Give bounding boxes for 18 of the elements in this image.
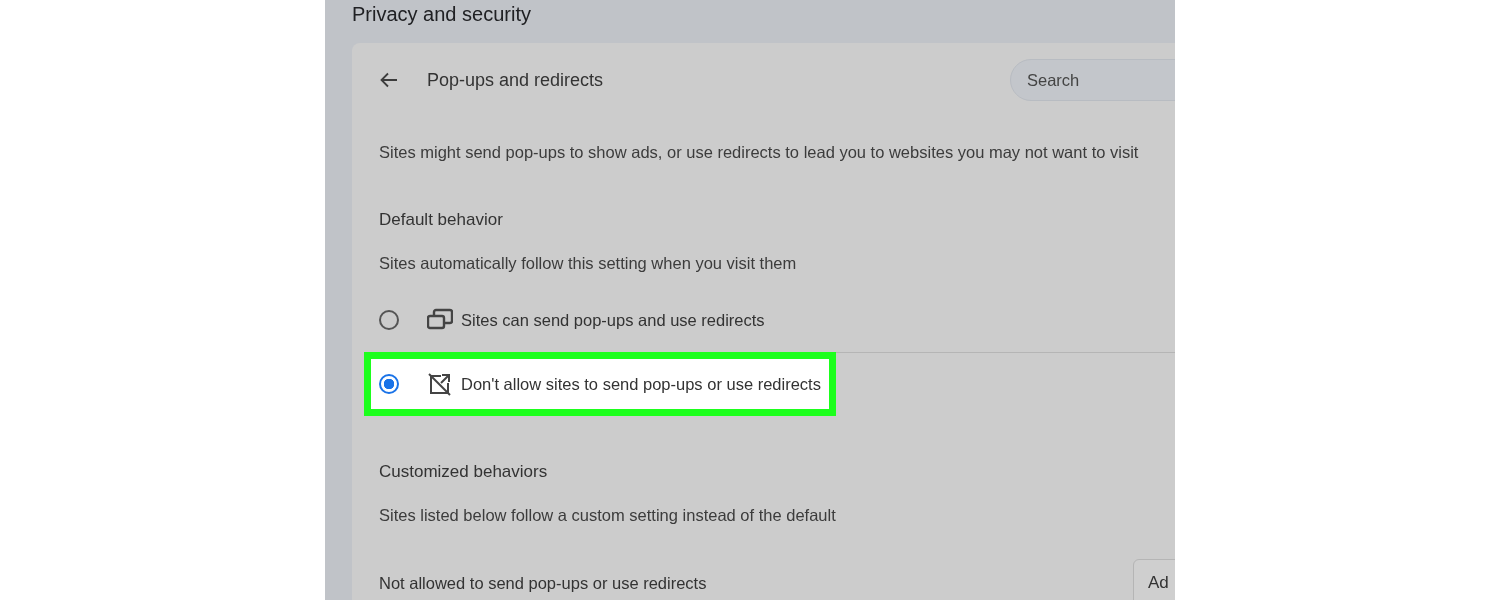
page-title: Privacy and security bbox=[352, 2, 531, 27]
crossed-window-icon bbox=[427, 372, 453, 396]
radio-button[interactable] bbox=[379, 374, 399, 394]
option-label: Don't allow sites to send pop-ups or use redirects bbox=[461, 374, 821, 394]
add-button[interactable]: Ad bbox=[1133, 559, 1175, 600]
description-text: Sites might send pop-ups to show ads, or use redirects to lead you to websites you may not want to visit bbox=[379, 142, 1139, 163]
windows-icon bbox=[427, 308, 453, 332]
section-subtitle: Sites listed below follow a custom setting instead of the default bbox=[379, 505, 836, 526]
page-heading: Pop-ups and redirects bbox=[427, 69, 604, 91]
option-label: Sites can send pop-ups and use redirects bbox=[461, 310, 765, 330]
back-button[interactable] bbox=[379, 70, 399, 90]
section-heading: Default behavior bbox=[379, 209, 503, 231]
back-arrow-icon bbox=[379, 70, 399, 90]
list-label: Not allowed to send pop-ups or use redirects bbox=[379, 573, 707, 593]
search-field[interactable]: Search bbox=[1010, 59, 1175, 101]
section-subtitle: Sites automatically follow this setting when you visit them bbox=[379, 253, 797, 274]
section-heading: Customized behaviors bbox=[379, 461, 548, 483]
radio-button[interactable] bbox=[379, 310, 399, 330]
